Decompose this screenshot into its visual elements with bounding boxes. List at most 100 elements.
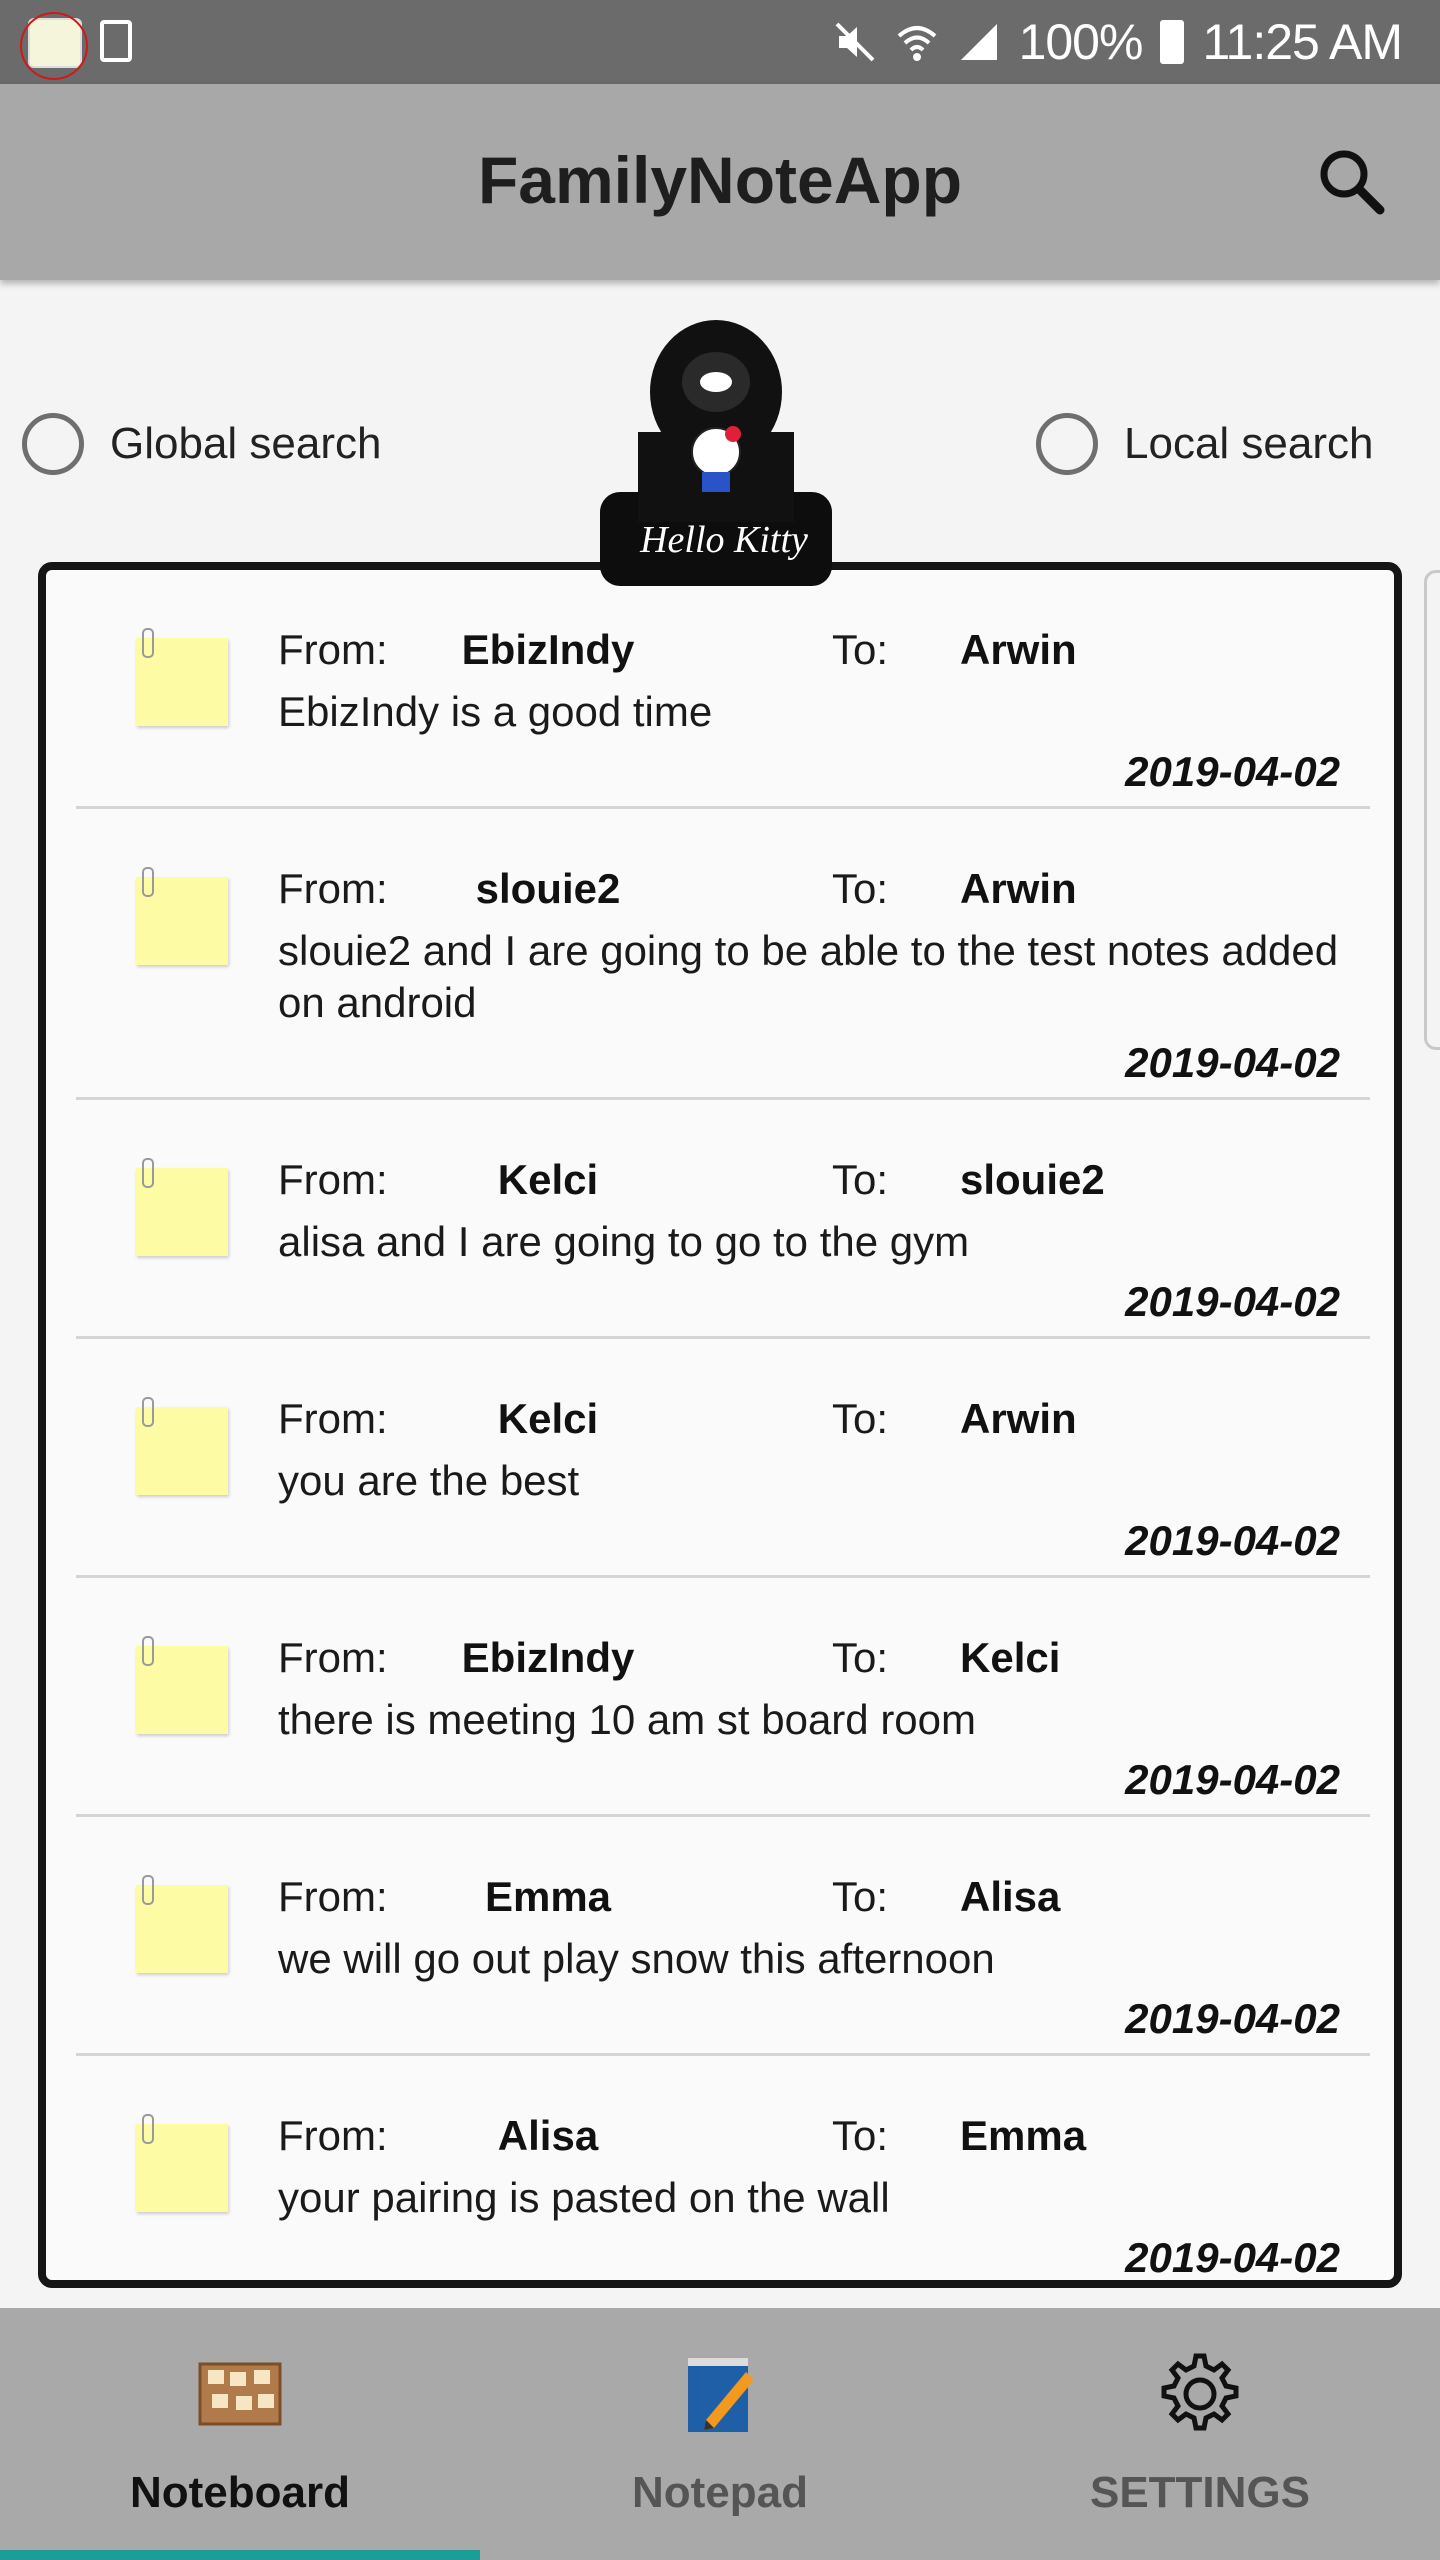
note-header: From: slouie2 To: Arwin — [278, 865, 1340, 925]
note-sender: EbizIndy — [461, 1634, 635, 1681]
note-message: you are the best — [278, 1457, 580, 1504]
sticky-note-icon — [136, 1636, 228, 1734]
note-message: your pairing is pasted on the wall — [278, 2174, 890, 2221]
note-message: alisa and I are going to go to the gym — [278, 1218, 970, 1265]
bottom-navigation: Noteboard Notepad SETTINGS — [0, 2308, 1440, 2560]
note-date: 2019-04-02 — [1125, 748, 1340, 795]
note-recipient: slouie2 — [960, 1156, 1105, 1203]
note-sender: EbizIndy — [461, 626, 635, 673]
app-toolbar: FamilyNoteApp — [0, 84, 1440, 280]
note-list-item[interactable]: From: Kelci To: Arwin you are the best 2019-0… — [76, 1339, 1370, 1578]
note-sender: Emma — [484, 1873, 612, 1920]
paperclip-icon — [142, 2114, 154, 2144]
to-label: To: — [832, 865, 889, 912]
note-content: From: EbizIndy To: Kelci there is meeting 10… — [278, 1578, 1370, 1814]
note-recipient: Emma — [960, 2112, 1087, 2159]
note-content: From: slouie2 To: Arwin slouie2 and I are go… — [278, 809, 1370, 1097]
to-label: To: — [832, 1156, 889, 1203]
note-header: From: Emma To: Alisa — [278, 1873, 1340, 1933]
note-list-item[interactable]: From: EbizIndy To: Arwin EbizIndy is a good … — [76, 570, 1370, 809]
battery-icon — [1160, 20, 1185, 64]
note-recipient: Arwin — [960, 865, 1077, 912]
note-recipient: Arwin — [960, 1395, 1077, 1442]
local-search-label: Local search — [1124, 419, 1374, 468]
battery-percent: 100% — [1018, 14, 1144, 70]
active-tab-indicator — [0, 2550, 480, 2560]
notepad-pencil-icon — [688, 2358, 754, 2432]
from-label: From: — [278, 1395, 388, 1442]
local-search-radio[interactable] — [1036, 413, 1098, 475]
paperclip-icon — [142, 628, 154, 658]
to-label: To: — [832, 1634, 889, 1681]
note-content: From: Kelci To: Arwin you are the best 2019-0… — [278, 1339, 1370, 1575]
from-label: From: — [278, 1634, 388, 1681]
note-message: EbizIndy is a good time — [278, 688, 713, 735]
mute-icon — [835, 22, 874, 62]
from-label: From: — [278, 626, 388, 673]
screen-clock-icon — [100, 20, 132, 62]
noteboard: From: EbizIndy To: Arwin EbizIndy is a good … — [38, 562, 1402, 2288]
note-header: From: EbizIndy To: Arwin — [278, 626, 1340, 686]
to-label: To: — [832, 626, 889, 673]
sticky-note-icon — [136, 2114, 228, 2212]
tab-settings[interactable]: SETTINGS — [960, 2308, 1440, 2560]
note-message: slouie2 and I are going to be able to th… — [278, 927, 1339, 1026]
note-message: we will go out play snow this afternoon — [278, 1935, 995, 1982]
app-thumbnail-icon — [20, 12, 88, 80]
note-content: From: Kelci To: slouie2 alisa and I are goin… — [278, 1100, 1370, 1336]
note-date: 2019-04-02 — [1125, 1756, 1340, 1803]
wifi-icon — [897, 26, 936, 61]
global-search-radio[interactable] — [22, 413, 84, 475]
paperclip-icon — [142, 1875, 154, 1905]
note-date: 2019-04-02 — [1125, 1039, 1340, 1086]
hello-kitty-clip-icon: Hello Kitty — [600, 320, 832, 586]
note-sender: Kelci — [497, 1156, 599, 1203]
note-header: From: Kelci To: Arwin — [278, 1395, 1340, 1455]
clock-time: 11:25 AM — [1202, 14, 1403, 70]
global-search-label: Global search — [110, 419, 382, 468]
note-sender: slouie2 — [475, 865, 621, 912]
note-date: 2019-04-02 — [1125, 1278, 1340, 1325]
note-sender: Alisa — [497, 2112, 599, 2159]
to-label: To: — [832, 1395, 889, 1442]
from-label: From: — [278, 1156, 388, 1203]
corkboard-icon — [198, 2362, 282, 2426]
paperclip-icon — [142, 1636, 154, 1666]
note-list-item[interactable]: From: Kelci To: slouie2 alisa and I are goin… — [76, 1100, 1370, 1339]
note-list-item[interactable]: From: slouie2 To: Arwin slouie2 and I are go… — [76, 809, 1370, 1100]
tab-notepad[interactable]: Notepad — [480, 2308, 960, 2560]
clip-brand-label: Hello Kitty — [639, 519, 808, 561]
from-label: From: — [278, 1873, 388, 1920]
status-bar: 100% 11:25 AM — [0, 0, 1440, 84]
app-title: FamilyNoteApp — [477, 143, 963, 217]
note-date: 2019-04-02 — [1125, 1517, 1340, 1564]
tab-noteboard-label: Noteboard — [130, 2468, 350, 2517]
note-recipient: Kelci — [960, 1634, 1061, 1681]
from-label: From: — [278, 865, 388, 912]
side-panel-handle[interactable] — [1424, 570, 1440, 1050]
tab-noteboard[interactable]: Noteboard — [0, 2308, 480, 2560]
note-header: From: Alisa To: Emma — [278, 2112, 1340, 2172]
note-content: From: Alisa To: Emma your pairing is pasted … — [278, 2056, 1370, 2281]
note-date: 2019-04-02 — [1125, 2234, 1340, 2281]
global-search-option[interactable]: Global search — [22, 408, 381, 480]
notes-list: From: EbizIndy To: Arwin EbizIndy is a good … — [46, 570, 1394, 2281]
note-list-item[interactable]: From: Emma To: Alisa we will go out play sno… — [76, 1817, 1370, 2056]
note-date: 2019-04-02 — [1125, 1995, 1340, 2042]
note-list-item[interactable]: From: Alisa To: Emma your pairing is pasted … — [76, 2056, 1370, 2281]
tab-settings-label: SETTINGS — [1089, 2468, 1311, 2517]
note-message: there is meeting 10 am st board room — [278, 1696, 977, 1743]
note-sender: Kelci — [497, 1395, 599, 1442]
note-recipient: Alisa — [960, 1873, 1061, 1920]
local-search-option[interactable]: Local search — [1036, 408, 1373, 480]
gear-icon — [1161, 2353, 1239, 2431]
note-list-item[interactable]: From: EbizIndy To: Kelci there is meeting 10… — [76, 1578, 1370, 1817]
sticky-note-icon — [136, 1397, 228, 1495]
search-icon[interactable] — [1314, 144, 1390, 220]
sticky-note-icon — [136, 1875, 228, 1973]
sticky-note-icon — [136, 628, 228, 726]
to-label: To: — [832, 1873, 889, 1920]
note-recipient: Arwin — [960, 626, 1077, 673]
paperclip-icon — [142, 1158, 154, 1188]
note-header: From: Kelci To: slouie2 — [278, 1156, 1340, 1216]
